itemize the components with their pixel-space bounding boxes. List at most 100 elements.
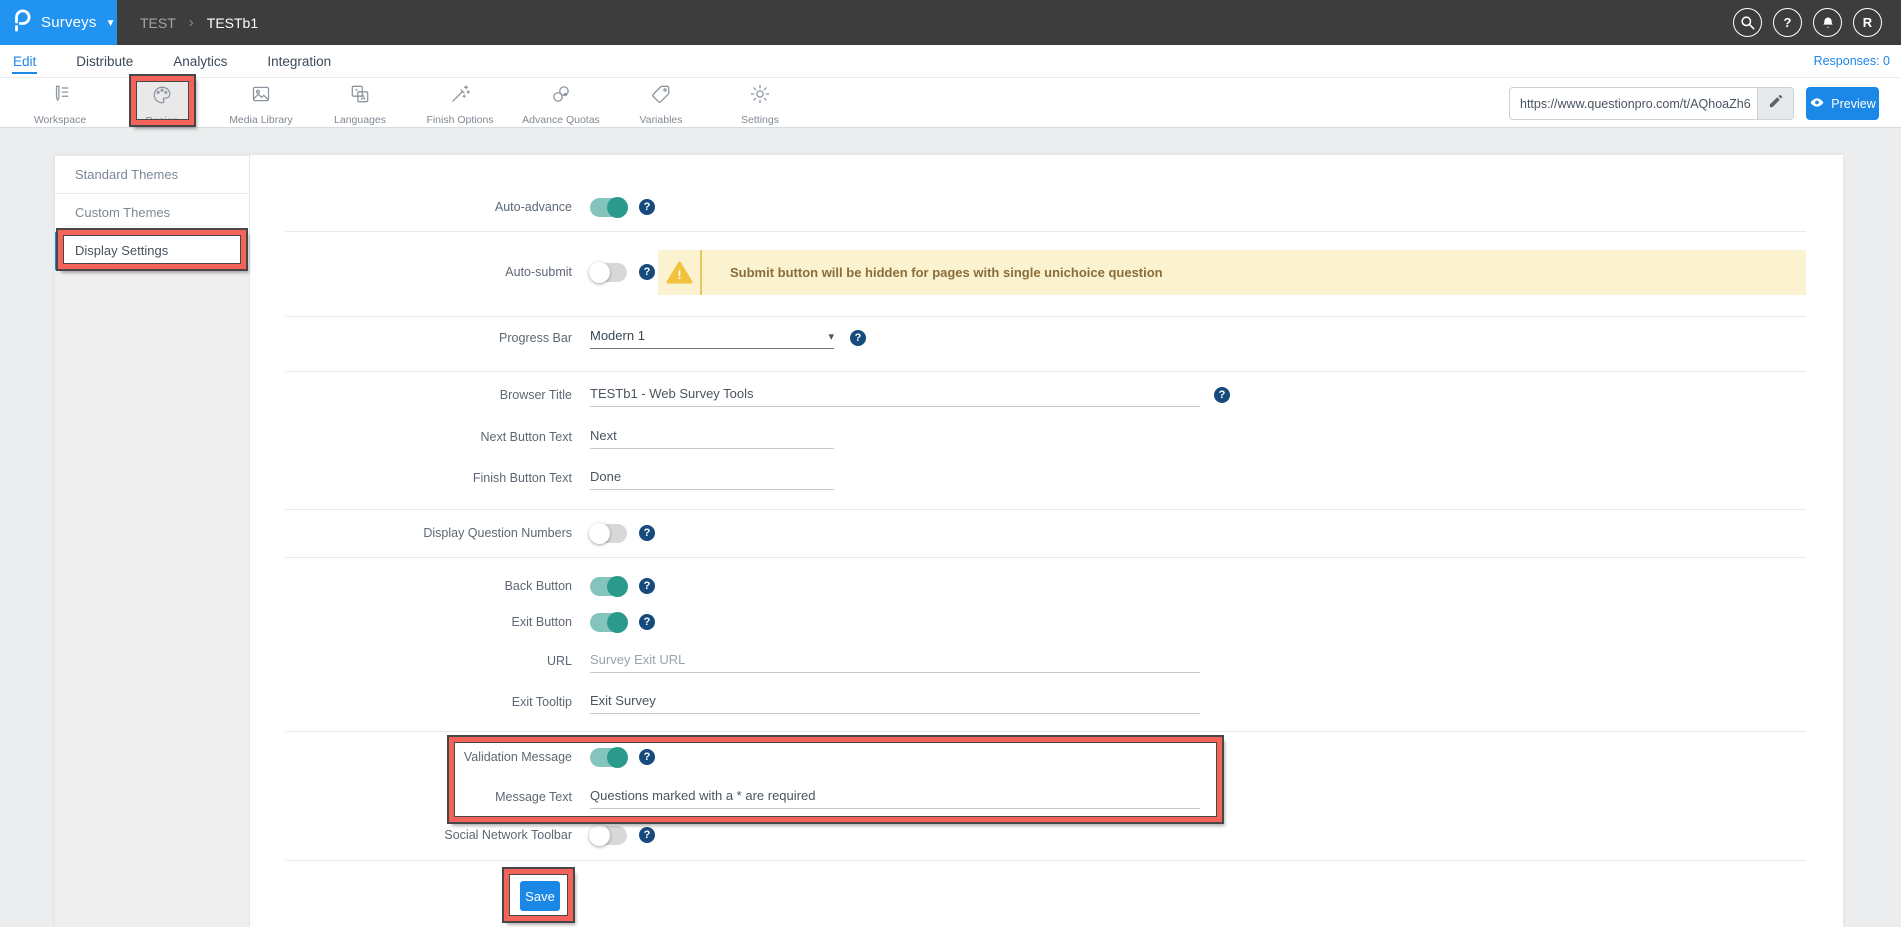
auto-submit-warning-banner: ! Submit button will be hidden for pages… [658,250,1806,295]
top-header-bar: Surveys ▼ TEST › TESTb1 ? R [0,0,1901,45]
auto-advance-row: Auto-advance ? [55,189,1843,225]
back-button-row: Back Button ? [55,568,1843,604]
survey-nav-tabs: Edit Distribute Analytics Integration Re… [0,45,1901,77]
tab-distribute[interactable]: Distribute [75,47,134,76]
tab-analytics[interactable]: Analytics [172,47,228,76]
divider [285,371,1806,372]
back-button-help-icon[interactable]: ? [639,578,655,594]
exit-button-row: Exit Button ? [55,604,1843,640]
toolbar-item-workspace[interactable]: Workspace [15,83,105,126]
auto-advance-toggle[interactable] [590,198,627,217]
variables-icon [650,83,672,110]
exit-button-help-icon[interactable]: ? [639,614,655,630]
tab-edit[interactable]: Edit [12,47,37,76]
warning-divider [700,250,702,295]
warning-triangle-icon: ! [658,261,700,284]
toolbar-item-advance-quotas[interactable]: Advance Quotas [516,83,606,126]
exit-tooltip-input[interactable] [590,691,1200,714]
message-text-row: Message Text [55,779,1843,815]
divider [285,231,1806,232]
breadcrumb: TEST › TESTb1 [140,0,258,45]
back-button-label: Back Button [55,579,572,593]
questionpro-logo [13,7,32,38]
validation-message-toggle[interactable] [590,748,627,767]
exit-tooltip-row: Exit Tooltip [55,684,1843,720]
user-avatar[interactable]: R [1853,8,1882,37]
tab-integration[interactable]: Integration [266,47,332,76]
exit-button-label: Exit Button [55,615,572,629]
toolbar-item-languages[interactable]: * A Languages [315,83,405,126]
browser-title-input[interactable] [590,384,1200,407]
toolbar-item-settings[interactable]: Settings [715,83,805,126]
display-question-numbers-row: Display Question Numbers ? [55,515,1843,551]
design-icon [151,84,173,111]
svg-text:!: ! [677,268,681,282]
finish-button-text-label: Finish Button Text [55,471,572,485]
responses-count[interactable]: Responses: 0 [1814,45,1890,77]
svg-text:A: A [361,95,366,102]
display-question-numbers-help-icon[interactable]: ? [639,525,655,541]
survey-url-box [1509,87,1794,120]
display-question-numbers-toggle[interactable] [590,524,627,543]
eye-icon [1809,96,1825,112]
settings-icon [749,83,771,110]
exit-button-toggle[interactable] [590,613,627,632]
breadcrumb-parent[interactable]: TEST [140,15,176,31]
finish-options-icon [449,83,471,110]
divider [285,509,1806,510]
breadcrumb-separator-icon: › [189,14,194,31]
browser-title-label: Browser Title [55,388,572,402]
chevron-down-icon: ▼ [106,18,116,29]
browser-title-row: Browser Title ? [55,377,1843,413]
finish-button-text-row: Finish Button Text [55,460,1843,496]
progress-bar-label: Progress Bar [55,331,572,345]
notifications-bell-icon[interactable] [1813,8,1842,37]
edit-url-button[interactable] [1757,88,1793,119]
languages-icon: * A [349,83,371,110]
auto-submit-label: Auto-submit [55,265,572,279]
progress-bar-select[interactable]: Modern 1 ▾ [590,328,834,349]
help-icon[interactable]: ? [1773,8,1802,37]
divider [285,316,1806,317]
message-text-input[interactable] [590,786,1200,809]
exit-tooltip-label: Exit Tooltip [55,695,572,709]
auto-submit-help-icon[interactable]: ? [639,264,655,280]
display-question-numbers-label: Display Question Numbers [55,526,572,540]
surveys-product-menu[interactable]: Surveys ▼ [0,0,117,45]
toolbar-item-media-library[interactable]: Media Library [216,83,306,126]
exit-url-input[interactable] [590,650,1200,673]
finish-button-text-input[interactable] [590,467,834,490]
pencil-icon [1768,94,1783,114]
next-button-text-input[interactable] [590,426,834,449]
questionpro-display-settings-page: Surveys ▼ TEST › TESTb1 ? R [0,0,1901,927]
survey-toolbar: Workspace Design Media Library [0,77,1901,128]
validation-message-help-icon[interactable]: ? [639,749,655,765]
media-library-icon [250,83,272,110]
back-button-toggle[interactable] [590,577,627,596]
workspace-icon [49,83,71,110]
divider [285,557,1806,558]
divider [285,860,1806,861]
social-network-toolbar-help-icon[interactable]: ? [639,827,655,843]
browser-title-help-icon[interactable]: ? [1214,387,1230,403]
auto-advance-help-icon[interactable]: ? [639,199,655,215]
toolbar-item-design[interactable]: Design [133,81,191,127]
progress-bar-help-icon[interactable]: ? [850,330,866,346]
social-network-toolbar-toggle[interactable] [590,826,627,845]
validation-message-label: Validation Message [55,750,572,764]
breadcrumb-current: TESTb1 [207,15,258,31]
validation-message-row: Validation Message ? [55,739,1843,775]
next-button-text-label: Next Button Text [55,430,572,444]
survey-url-input[interactable] [1510,97,1757,111]
advance-quotas-icon [550,83,572,110]
social-network-toolbar-label: Social Network Toolbar [55,828,572,842]
search-icon[interactable] [1733,8,1762,37]
warning-text: Submit button will be hidden for pages w… [730,265,1163,280]
preview-button[interactable]: Preview [1806,87,1879,120]
progress-bar-selected-value: Modern 1 [590,328,645,343]
toolbar-item-finish-options[interactable]: Finish Options [415,83,505,126]
toolbar-item-variables[interactable]: Variables [616,83,706,126]
auto-submit-toggle[interactable] [590,263,627,282]
header-icon-group: ? R [1733,8,1882,37]
save-button[interactable]: Save [520,881,560,911]
